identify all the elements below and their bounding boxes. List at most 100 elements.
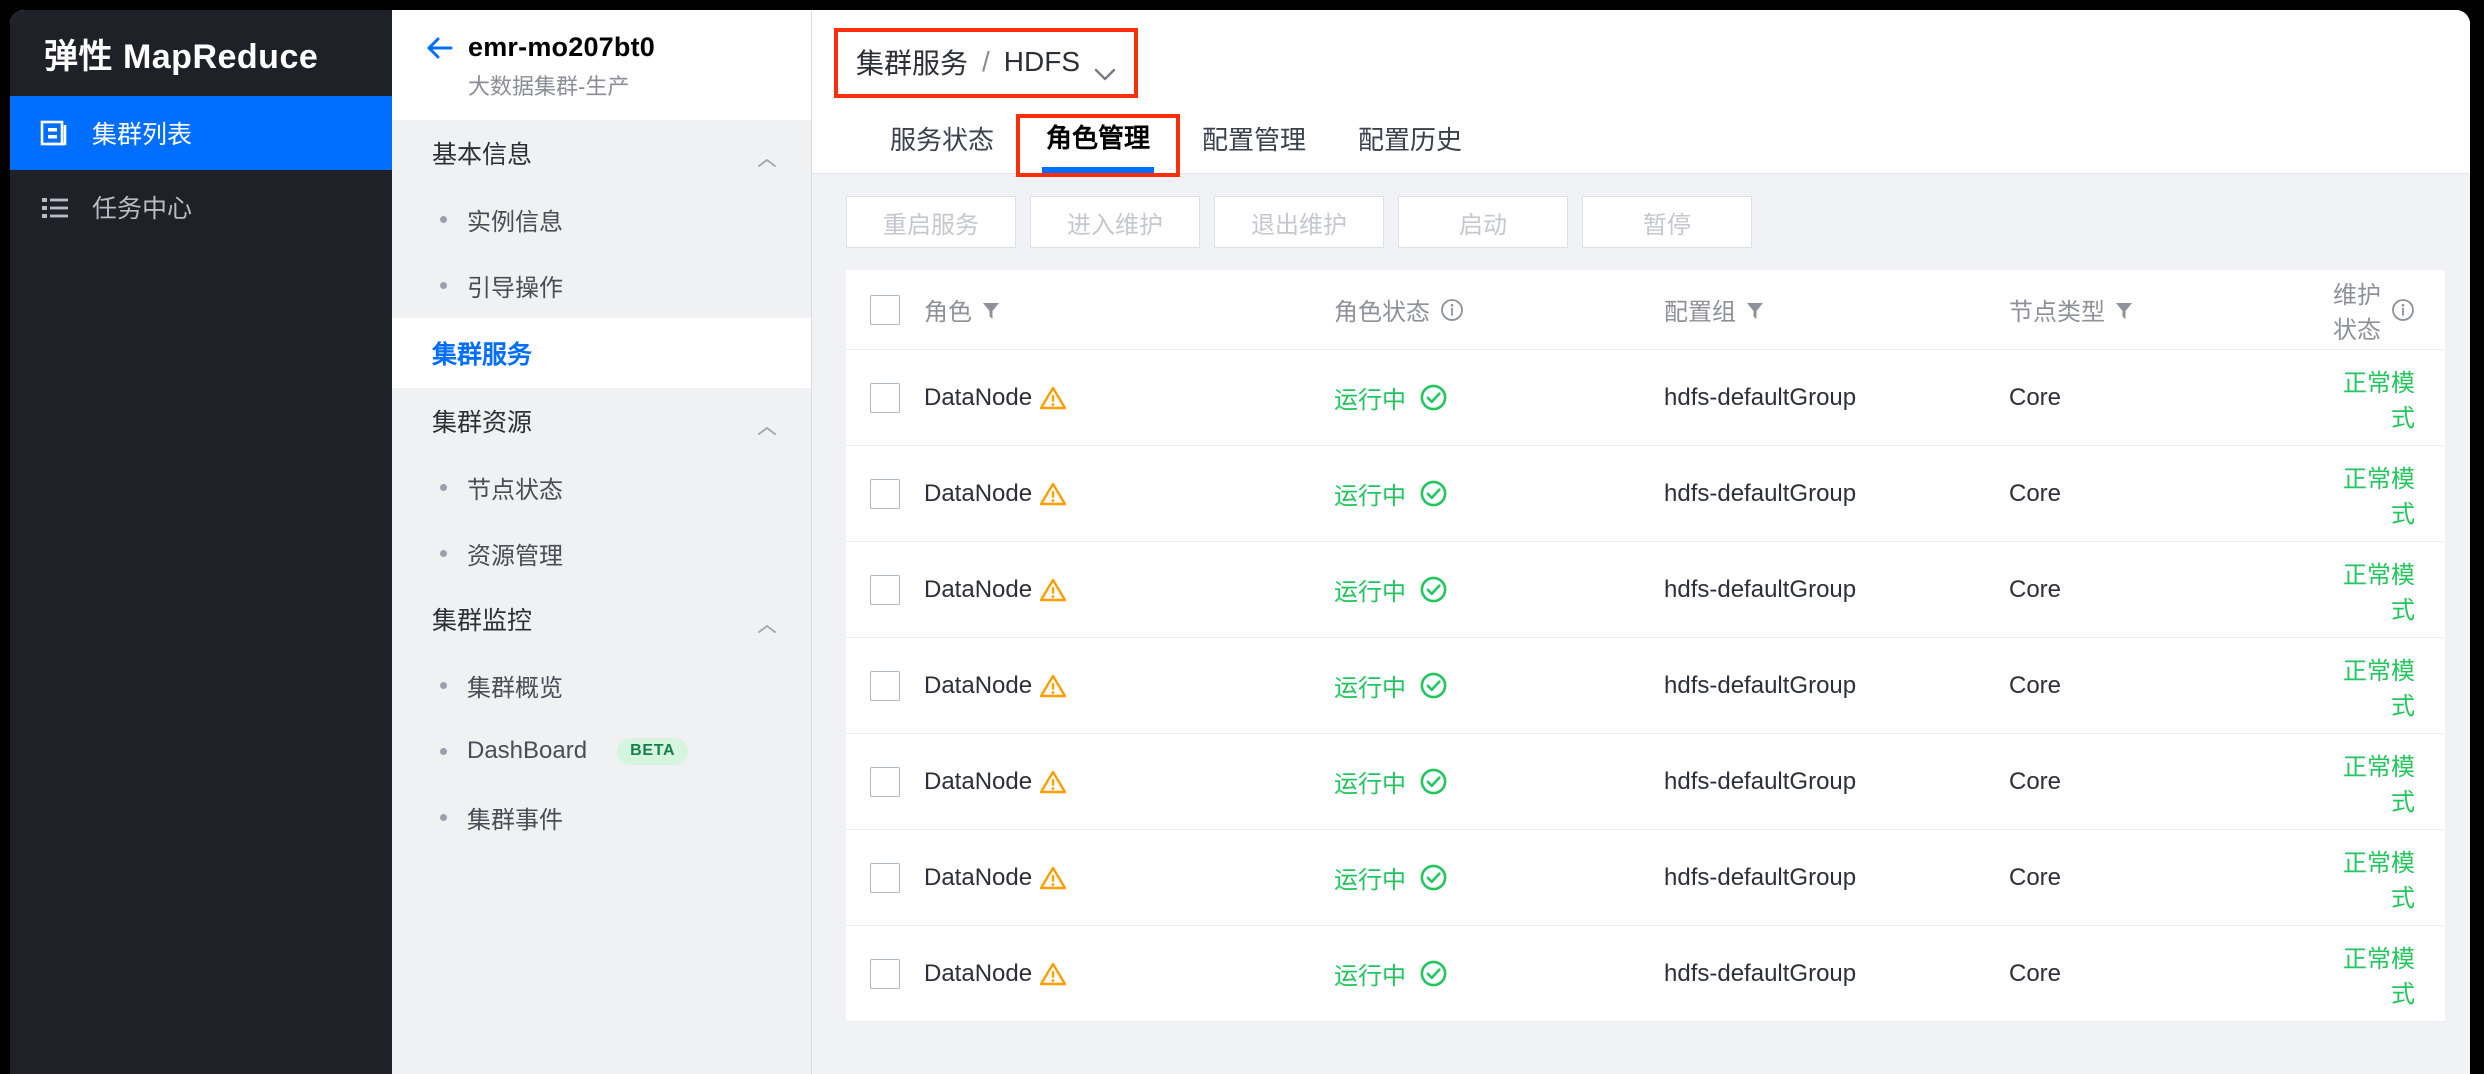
- check-circle-icon: [1420, 480, 1447, 507]
- row-checkbox[interactable]: [870, 670, 900, 701]
- table-row[interactable]: DataNode 运行中 hdfs-defaultGroup Core 正常模式: [846, 542, 2445, 638]
- cell-role-state: 运行中: [1334, 860, 1664, 895]
- cell-node-type: Core: [2009, 480, 2329, 508]
- breadcrumb-current[interactable]: HDFS: [1004, 46, 1080, 78]
- tab-bar: 服务状态 角色管理 配置管理 配置历史: [812, 98, 2470, 177]
- cell-role-state: 运行中: [1334, 476, 1664, 511]
- cell-config-group-label: hdfs-defaultGroup: [1664, 479, 1857, 507]
- filter-icon[interactable]: [1746, 300, 1764, 320]
- column-header-node-type-label: 节点类型: [2009, 299, 2105, 326]
- warning-triangle-icon[interactable]: [1039, 482, 1067, 506]
- chevron-down-icon[interactable]: [1094, 56, 1116, 80]
- sidebar-item-cluster-list[interactable]: 集群列表: [10, 96, 392, 170]
- cell-role-label: DataNode: [924, 959, 1033, 987]
- row-checkbox[interactable]: [870, 958, 900, 989]
- sidebar-subitem[interactable]: 集群概览: [392, 652, 811, 718]
- breadcrumb[interactable]: 集群服务 / HDFS: [834, 28, 1139, 98]
- info-circle-icon[interactable]: [1440, 298, 1464, 322]
- sidebar-group-header[interactable]: 基本信息: [392, 120, 811, 186]
- filter-icon[interactable]: [982, 300, 1000, 320]
- column-header-role-label: 角色: [924, 299, 972, 326]
- cell-maintenance-state: 正常模式: [2329, 555, 2445, 625]
- table-row[interactable]: DataNode 运行中 hdfs-defaultGroup Core 正常模式: [846, 830, 2445, 926]
- tab-3[interactable]: 配置历史: [1332, 120, 1488, 173]
- cell-role: DataNode: [924, 480, 1334, 508]
- toolbar-button-label: 暂停: [1643, 211, 1691, 239]
- table-row[interactable]: DataNode 运行中 hdfs-defaultGroup Core 正常模式: [846, 926, 2445, 1022]
- row-checkbox[interactable]: [870, 766, 900, 797]
- sidebar-subitem[interactable]: 资源管理: [392, 520, 811, 586]
- tab-2[interactable]: 配置管理: [1176, 120, 1332, 173]
- cell-role: DataNode: [924, 576, 1334, 604]
- sidebar-subitem[interactable]: 实例信息: [392, 186, 811, 252]
- column-header-role-state: 角色状态: [1334, 292, 1664, 327]
- sidebar-group-header[interactable]: 集群监控: [392, 586, 811, 652]
- table-row[interactable]: DataNode 运行中 hdfs-defaultGroup Core 正常模式: [846, 638, 2445, 734]
- cell-role: DataNode: [924, 768, 1334, 796]
- row-checkbox[interactable]: [870, 574, 900, 605]
- warning-triangle-icon[interactable]: [1039, 962, 1067, 986]
- sidebar-subitem[interactable]: 集群事件: [392, 784, 811, 850]
- cell-role-state: 运行中: [1334, 956, 1664, 991]
- select-all-checkbox[interactable]: [870, 294, 900, 325]
- row-checkbox[interactable]: [870, 478, 900, 509]
- check-circle-icon: [1420, 960, 1447, 987]
- tab-0[interactable]: 服务状态: [864, 120, 1020, 173]
- sidebar-item-task-center[interactable]: 任务中心: [10, 170, 392, 244]
- table-row[interactable]: DataNode 运行中 hdfs-defaultGroup Core 正常模式: [846, 734, 2445, 830]
- table-row[interactable]: DataNode 运行中 hdfs-defaultGroup Core 正常模式: [846, 350, 2445, 446]
- toolbar-button-1[interactable]: 进入维护: [1030, 196, 1200, 248]
- toolbar-button-2[interactable]: 退出维护: [1214, 196, 1384, 248]
- cell-config-group-label: hdfs-defaultGroup: [1664, 383, 1857, 411]
- breadcrumb-root[interactable]: 集群服务: [856, 42, 968, 82]
- cell-config-group-label: hdfs-defaultGroup: [1664, 671, 1857, 699]
- select-all-cell: [846, 294, 924, 325]
- filter-icon[interactable]: [2115, 300, 2133, 320]
- cluster-header: emr-mo207bt0 大数据集群-生产: [392, 10, 811, 120]
- chevron-up-icon[interactable]: [757, 415, 777, 435]
- row-checkbox[interactable]: [870, 382, 900, 413]
- table-row[interactable]: DataNode 运行中 hdfs-defaultGroup Core 正常模式: [846, 446, 2445, 542]
- warning-triangle-icon[interactable]: [1039, 770, 1067, 794]
- cell-node-type: Core: [2009, 384, 2329, 412]
- primary-sidebar: 弹性 MapReduce 集群列表 任务中心: [10, 10, 392, 1074]
- toolbar-button-0[interactable]: 重启服务: [846, 196, 1016, 248]
- warning-triangle-icon[interactable]: [1039, 578, 1067, 602]
- cell-maintenance-state-label: 正常模式: [2343, 561, 2415, 624]
- check-circle-icon: [1420, 864, 1447, 891]
- row-checkbox[interactable]: [870, 862, 900, 893]
- bullet-icon: [440, 747, 447, 755]
- info-circle-icon[interactable]: [2391, 298, 2415, 322]
- sidebar-subitem[interactable]: 引导操作: [392, 252, 811, 318]
- toolbar-button-label: 退出维护: [1251, 211, 1347, 239]
- chevron-up-icon[interactable]: [757, 613, 777, 633]
- sidebar-subitem[interactable]: 节点状态: [392, 454, 811, 520]
- cell-maintenance-state: 正常模式: [2329, 843, 2445, 913]
- cell-role: DataNode: [924, 864, 1334, 892]
- toolbar-button-label: 重启服务: [883, 211, 979, 239]
- cell-node-type: Core: [2009, 672, 2329, 700]
- sidebar-group-header[interactable]: 集群资源: [392, 388, 811, 454]
- warning-triangle-icon[interactable]: [1039, 674, 1067, 698]
- table-body: DataNode 运行中 hdfs-defaultGroup Core 正常模式 Data…: [846, 350, 2445, 1022]
- warning-triangle-icon[interactable]: [1039, 386, 1067, 410]
- sidebar-subitem-label: 实例信息: [467, 208, 563, 236]
- table-scroll-area[interactable]: 角色 角色状态 配置组 节点类型 维护状态 DataNode 运行中 hdfs-…: [812, 270, 2470, 1074]
- cell-node-type-label: Core: [2009, 959, 2062, 987]
- bullet-icon: [440, 549, 447, 557]
- warning-triangle-icon[interactable]: [1039, 866, 1067, 890]
- sidebar-item-cluster-service[interactable]: 集群服务: [392, 318, 811, 388]
- cell-config-group: hdfs-defaultGroup: [1664, 960, 2009, 988]
- cell-role-label: DataNode: [924, 863, 1033, 891]
- row-checkbox-cell: [846, 574, 924, 605]
- toolbar-button-4[interactable]: 暂停: [1582, 196, 1752, 248]
- toolbar-button-3[interactable]: 启动: [1398, 196, 1568, 248]
- column-header-config-group-label: 配置组: [1664, 299, 1736, 326]
- chevron-up-icon[interactable]: [757, 147, 777, 167]
- sidebar-subitem[interactable]: DashBoard BETA: [392, 718, 811, 784]
- sidebar-item-label: 集群列表: [92, 121, 193, 149]
- cell-config-group-label: hdfs-defaultGroup: [1664, 863, 1857, 891]
- cell-role-state: 运行中: [1334, 380, 1664, 415]
- back-arrow-icon[interactable]: [424, 33, 454, 63]
- tab-1[interactable]: 角色管理: [1016, 114, 1181, 177]
